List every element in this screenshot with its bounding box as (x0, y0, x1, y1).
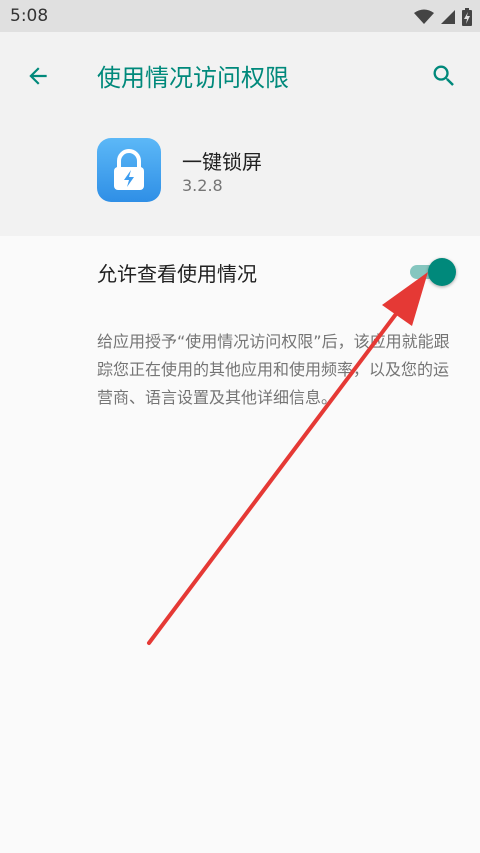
battery-charging-icon (462, 8, 472, 26)
toggle-thumb (428, 258, 456, 286)
toggle-switch[interactable] (408, 258, 456, 286)
app-icon (97, 138, 161, 202)
preference-summary: 给应用授予“使用情况访问权限”后，该应用就能跟踪您正在使用的其他应用和使用频率，… (97, 332, 450, 407)
status-bar: 5:08 (0, 0, 480, 32)
status-icons (414, 8, 472, 26)
preference-label: 允许查看使用情况 (97, 262, 257, 286)
search-icon (430, 62, 458, 94)
usage-access-preference[interactable]: 允许查看使用情况 (0, 236, 480, 308)
search-button[interactable] (420, 54, 468, 102)
page-title: 使用情况访问权限 (97, 64, 289, 92)
back-button[interactable] (14, 54, 62, 102)
app-name: 一键锁屏 (182, 150, 262, 174)
status-time: 5:08 (10, 6, 49, 26)
app-header-area: 使用情况访问权限 一键锁屏 3.2.8 (0, 32, 480, 236)
arrow-back-icon (25, 63, 51, 93)
wifi-icon (414, 9, 434, 25)
app-version: 3.2.8 (182, 176, 223, 195)
signal-icon (440, 9, 456, 25)
